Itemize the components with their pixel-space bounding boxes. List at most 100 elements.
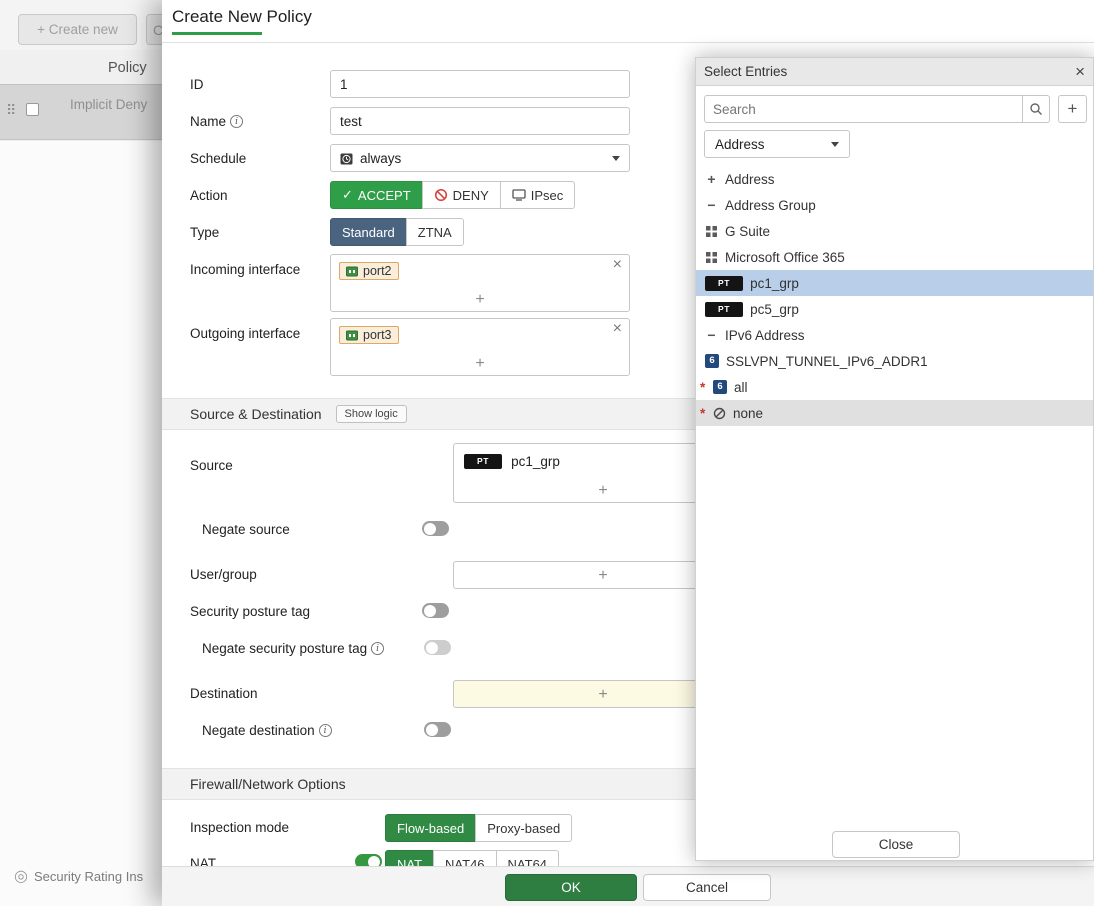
port3-chip[interactable]: port3 bbox=[339, 326, 399, 344]
clock-icon bbox=[340, 152, 353, 165]
list-item-none[interactable]: * none bbox=[696, 400, 1093, 426]
ipv6-icon: 6 bbox=[713, 380, 727, 394]
source-label: Source bbox=[190, 458, 233, 473]
info-icon[interactable]: i bbox=[319, 724, 332, 737]
security-rating-status[interactable]: ◎ Security Rating Ins bbox=[14, 866, 143, 886]
negate-destination-label: Negate destination bbox=[202, 723, 315, 738]
search-icon[interactable] bbox=[1022, 95, 1050, 123]
action-deny-button[interactable]: DENY bbox=[422, 181, 501, 209]
outgoing-interface-box[interactable]: port3 × + bbox=[330, 318, 630, 376]
panel-title: Select Entries bbox=[704, 64, 787, 79]
ok-button[interactable]: OK bbox=[505, 874, 637, 901]
section-title: Firewall/Network Options bbox=[190, 776, 346, 792]
schedule-select[interactable]: always bbox=[330, 144, 630, 172]
port2-chip[interactable]: port2 bbox=[339, 262, 399, 280]
pt-badge: PT bbox=[705, 302, 743, 317]
security-posture-toggle[interactable] bbox=[422, 603, 449, 618]
divider bbox=[162, 42, 1094, 43]
destination-label: Destination bbox=[190, 686, 258, 701]
clear-incoming-icon[interactable]: × bbox=[613, 256, 622, 274]
info-icon[interactable]: i bbox=[371, 642, 384, 655]
source-entry-label: pc1_grp bbox=[511, 454, 560, 469]
drag-handle-icon[interactable]: ⠿ bbox=[6, 102, 16, 119]
list-item-office365[interactable]: Microsoft Office 365 bbox=[696, 244, 1093, 270]
pt-badge: PT bbox=[464, 454, 502, 469]
pt-badge: PT bbox=[705, 276, 743, 291]
interface-icon bbox=[346, 266, 358, 277]
title-underline bbox=[172, 32, 262, 35]
info-icon[interactable]: i bbox=[230, 115, 243, 128]
minus-icon[interactable]: − bbox=[705, 327, 718, 343]
add-incoming-icon[interactable]: + bbox=[331, 292, 629, 308]
outgoing-interface-label: Outgoing interface bbox=[190, 326, 300, 341]
list-item-sslvpn-tunnel[interactable]: 6 SSLVPN_TUNNEL_IPv6_ADDR1 bbox=[696, 348, 1093, 374]
list-item-pc1-grp[interactable]: PT pc1_grp bbox=[696, 270, 1093, 296]
chevron-down-icon bbox=[831, 142, 839, 147]
flow-based-button[interactable]: Flow-based bbox=[385, 814, 476, 842]
check-icon: ✓ bbox=[342, 187, 353, 203]
close-icon[interactable]: × bbox=[1075, 63, 1085, 80]
security-posture-label: Security posture tag bbox=[190, 604, 310, 619]
source-entry[interactable]: PT pc1_grp bbox=[464, 454, 560, 469]
none-circle-slash-icon bbox=[713, 407, 726, 420]
group-grid-icon bbox=[705, 225, 718, 238]
name-label-row: Name i bbox=[190, 114, 243, 129]
incoming-interface-box[interactable]: port2 × + bbox=[330, 254, 630, 312]
proxy-based-button[interactable]: Proxy-based bbox=[475, 814, 572, 842]
minus-icon[interactable]: − bbox=[705, 197, 718, 213]
category-value: Address bbox=[715, 137, 765, 152]
id-input[interactable] bbox=[330, 70, 630, 98]
interface-icon bbox=[346, 330, 358, 341]
type-ztna-button[interactable]: ZTNA bbox=[406, 218, 464, 246]
negate-posture-toggle[interactable] bbox=[424, 640, 451, 655]
negate-posture-label-row: Negate security posture tag i bbox=[202, 641, 384, 656]
type-segment: Standard ZTNA bbox=[330, 218, 464, 246]
name-input[interactable] bbox=[330, 107, 630, 135]
implicit-deny-row[interactable] bbox=[0, 84, 162, 140]
deny-icon bbox=[434, 188, 448, 202]
show-logic-button[interactable]: Show logic bbox=[336, 405, 407, 423]
create-new-button[interactable]: + Create new bbox=[18, 14, 137, 45]
schedule-value: always bbox=[360, 151, 401, 166]
dialog-title: Create New Policy bbox=[172, 7, 312, 27]
name-label: Name bbox=[190, 114, 226, 129]
plus-icon[interactable]: + bbox=[705, 171, 718, 187]
negate-source-toggle[interactable] bbox=[422, 521, 449, 536]
list-item-pc5-grp[interactable]: PT pc5_grp bbox=[696, 296, 1093, 322]
type-standard-button[interactable]: Standard bbox=[330, 218, 407, 246]
user-group-label: User/group bbox=[190, 567, 257, 582]
action-ipsec-button[interactable]: IPsec bbox=[500, 181, 576, 209]
implicit-deny-label: Implicit Deny bbox=[70, 97, 147, 112]
list-item-address-group-header[interactable]: + Address bbox=[696, 166, 1093, 192]
negate-posture-label: Negate security posture tag bbox=[202, 641, 367, 656]
create-entry-button[interactable]: + bbox=[1058, 95, 1087, 123]
ipv6-icon: 6 bbox=[705, 354, 719, 368]
category-select[interactable]: Address bbox=[704, 130, 850, 158]
negate-destination-toggle[interactable] bbox=[424, 722, 451, 737]
list-item-all[interactable]: * 6 all bbox=[696, 374, 1093, 400]
inspection-mode-label: Inspection mode bbox=[190, 820, 289, 835]
list-item-ipv6-group-header[interactable]: − IPv6 Address bbox=[696, 322, 1093, 348]
security-rating-label: Security Rating Ins bbox=[34, 869, 143, 884]
negate-destination-label-row: Negate destination i bbox=[202, 723, 332, 738]
screen: + Create new C Policy ⠿ Implicit Deny ◎ … bbox=[0, 0, 1094, 906]
policy-table-body bbox=[0, 141, 162, 906]
panel-close-button[interactable]: Close bbox=[832, 831, 960, 858]
cancel-button[interactable]: Cancel bbox=[643, 874, 771, 901]
policy-column-header: Policy bbox=[108, 60, 147, 76]
asterisk-icon: * bbox=[700, 406, 706, 421]
incoming-interface-label: Incoming interface bbox=[190, 262, 300, 277]
id-label: ID bbox=[190, 77, 204, 92]
type-label: Type bbox=[190, 225, 219, 240]
negate-source-label: Negate source bbox=[202, 522, 290, 537]
select-entries-panel: Select Entries × + Address + Address − A… bbox=[695, 57, 1094, 861]
action-accept-button[interactable]: ✓ ACCEPT bbox=[330, 181, 423, 209]
section-title: Source & Destination bbox=[190, 406, 322, 422]
action-label: Action bbox=[190, 188, 228, 203]
search-input[interactable] bbox=[704, 95, 1022, 123]
add-outgoing-icon[interactable]: + bbox=[331, 356, 629, 372]
row-checkbox[interactable] bbox=[26, 103, 39, 116]
list-item-gsuite[interactable]: G Suite bbox=[696, 218, 1093, 244]
clear-outgoing-icon[interactable]: × bbox=[613, 320, 622, 338]
list-item-address-group-group-header[interactable]: − Address Group bbox=[696, 192, 1093, 218]
